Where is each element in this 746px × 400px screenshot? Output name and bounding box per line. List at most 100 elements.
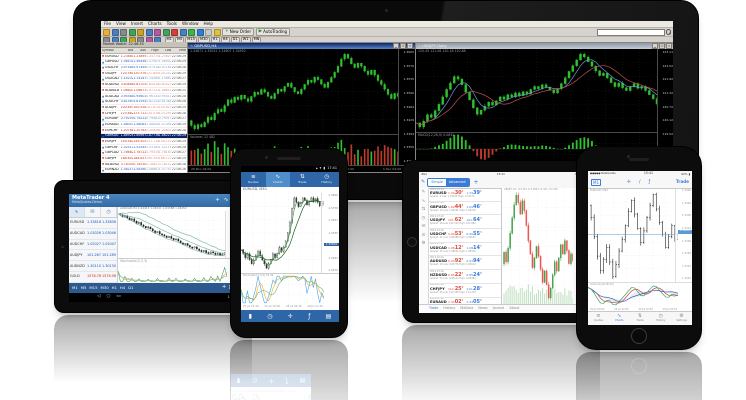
quote-row[interactable]: 2014.07.29CHFJPY112.258112.284Spread: 26…	[429, 284, 501, 298]
tab-journal[interactable]: Journal	[493, 307, 505, 310]
recents-key[interactable]: ▭	[116, 295, 120, 300]
chart-area[interactable]: GBPJPY,H1: 172.452 172.688 172.301 172.4…	[502, 188, 585, 305]
tab-quotes[interactable]: ≡ Quotes	[241, 172, 266, 187]
menu-view[interactable]: View	[116, 22, 126, 26]
toolbar-icon[interactable]	[112, 29, 119, 36]
compose-icon[interactable]: ✎	[422, 191, 426, 196]
tab-charts[interactable]: ∿Charts	[609, 312, 630, 325]
toolbar-icon[interactable]	[146, 29, 153, 36]
chart-area[interactable]: AUDCAD,H4 1.04413 1.04521 1.04388 1.0445…	[118, 207, 241, 283]
toolbar-icon[interactable]	[205, 29, 212, 36]
quote-row[interactable]: AUDCAD1.030261.03046	[69, 229, 117, 240]
trade-icon[interactable]: ⇅	[422, 208, 426, 213]
tab-history[interactable]: History	[443, 307, 455, 310]
timeframe-button[interactable]: H1	[112, 286, 117, 290]
tab-quotes[interactable]: ≡Quotes	[588, 312, 609, 325]
tab-news[interactable]: News	[478, 307, 487, 310]
quote-row[interactable]: 2014.07.29NZDUSD0.852250.85248Spread: 23…	[429, 270, 501, 284]
timeframe-button[interactable]: M1	[591, 179, 601, 186]
menu-charts[interactable]: Charts	[148, 22, 162, 26]
menu-file[interactable]: File	[104, 22, 111, 26]
indicator-pane[interactable]: Stochastic(5,3,3) 52.49	[241, 274, 339, 305]
settings-icon[interactable]: ⚙	[421, 242, 425, 247]
home-key[interactable]: ○	[106, 295, 110, 300]
autotrading-button[interactable]: ▶AutoTrading	[256, 28, 290, 36]
segment-advanced[interactable]: Advanced	[446, 179, 469, 186]
market-watch-row[interactable]: ▲EURNZD1.582151.582601.588671.5775422:46…	[101, 168, 187, 173]
crosshair-icon[interactable]: ✛	[288, 314, 293, 320]
tab-quotes[interactable]: ∿	[69, 207, 85, 217]
search-icon[interactable]	[666, 29, 672, 35]
tab-mail[interactable]: ✉	[85, 207, 101, 217]
tab-history[interactable]: ◷History	[650, 312, 671, 325]
bars-icon[interactable]: ▮	[249, 314, 252, 320]
crosshair-icon[interactable]: ✛	[222, 286, 226, 291]
search-input[interactable]	[597, 29, 665, 36]
price-chart[interactable]: EURUSD, M15 1.34621.34461.34301.34141.33…	[588, 189, 692, 282]
menu-help[interactable]: Help	[204, 22, 214, 26]
toolbar-icon[interactable]	[171, 29, 178, 36]
period-icon[interactable]: ◷	[267, 314, 272, 320]
toolbar-icon[interactable]	[214, 29, 221, 36]
quote-row[interactable]: 2014.07.29AUDUSD0.939280.93947Spread: 19…	[429, 256, 501, 270]
tab-settings[interactable]: ⚙Settings	[671, 312, 692, 325]
quote-row[interactable]: 2014.07.29USDCAD1.081221.08147Spread: 25…	[429, 243, 501, 257]
quote-row[interactable]: AUDNZD1.301101.30130	[69, 261, 117, 272]
news-icon[interactable]: ≡	[422, 234, 426, 239]
tab-charts[interactable]: ∿ Charts	[266, 172, 291, 187]
price-pane[interactable]: 1.34871 1.35052 1.34807 1.34952	[188, 49, 398, 134]
toolbar-icon[interactable]	[154, 29, 161, 36]
draw-line-icon[interactable]: ∕	[639, 180, 641, 185]
quote-row[interactable]: 2014.07.29USDJPY101.625101.643Spread: 18…	[429, 215, 501, 229]
objects-icon[interactable]: ▤	[326, 314, 332, 320]
indicators-icon[interactable]: ƒ	[649, 180, 651, 185]
tab-trade[interactable]: ⇅ Trade	[290, 172, 315, 187]
tab-mailbox[interactable]: Mailbox	[460, 307, 473, 310]
tab-trade[interactable]: Trade	[429, 307, 438, 310]
quote-row[interactable]: AUDCHF1.020271.02047	[69, 240, 117, 251]
toolbar-icon[interactable]	[103, 29, 110, 36]
new-order-button[interactable]: +New Order	[222, 28, 254, 36]
tab-about[interactable]: About	[509, 307, 519, 310]
quote-row[interactable]: AUDJPY101.267101.289	[69, 250, 117, 261]
tab-history[interactable]: ◷ History	[315, 172, 340, 187]
menu-tools[interactable]: Tools	[167, 22, 177, 26]
home-button[interactable]	[631, 328, 647, 344]
toolbar-icon[interactable]	[163, 29, 170, 36]
timeframe-button[interactable]: D1	[128, 286, 133, 290]
toolbar-icon[interactable]	[137, 29, 144, 36]
toolbar-icon[interactable]	[129, 29, 136, 36]
add-symbol-button[interactable]: +	[474, 180, 479, 186]
price-chart[interactable]: 1.34001.33781.33571.33351.33131.32921.32…	[241, 193, 339, 273]
compose-icon[interactable]: ✎	[421, 180, 425, 185]
toolbar-icon[interactable]	[180, 29, 187, 36]
quote-row[interactable]: GOLD1578.781578.98	[69, 272, 117, 283]
menu-insert[interactable]: Insert	[131, 22, 143, 26]
timeframe-button[interactable]: M30	[101, 286, 109, 290]
tab-history[interactable]: ◷	[101, 207, 117, 217]
simple-advanced-segment[interactable]: Simple Advanced	[427, 178, 469, 187]
crosshair-icon[interactable]: ✛	[627, 180, 631, 185]
chart-icon[interactable]: ∿	[422, 200, 426, 205]
quote-row[interactable]: EURUSD1.338181.33836	[69, 218, 117, 229]
chart-icon[interactable]: ∿	[224, 198, 229, 204]
toolbar-icon[interactable]	[197, 29, 204, 36]
timeframe-button[interactable]: H4	[120, 286, 125, 290]
menu-window[interactable]: Window	[182, 22, 199, 26]
toolbar-icon[interactable]	[188, 29, 195, 36]
segment-simple[interactable]: Simple	[428, 179, 446, 186]
timeframe-button[interactable]: M1	[72, 286, 78, 290]
back-key[interactable]: ◁	[97, 295, 100, 300]
home-button[interactable]	[407, 237, 417, 247]
indicators-icon[interactable]: ƒ	[308, 314, 310, 320]
toolbar-icon[interactable]	[120, 29, 127, 36]
tab-trade[interactable]: ⇅Trade	[630, 312, 651, 325]
price-pane[interactable]: 120.45 121.06 120.18 120.88	[416, 49, 657, 132]
mail-icon[interactable]: ✉	[422, 225, 426, 230]
quote-row[interactable]: 2014.07.29EURUSD1.343051.34395Spread: 9 …	[429, 188, 501, 202]
history-icon[interactable]: ◷	[422, 217, 426, 222]
timeframe-button[interactable]: M5	[81, 286, 87, 290]
quote-row[interactable]: 2014.07.29GBPUSD1.694481.69467Spread: 19…	[429, 202, 501, 216]
timeframe-button[interactable]: M15	[89, 286, 97, 290]
new-order-icon[interactable]: +	[215, 198, 220, 204]
